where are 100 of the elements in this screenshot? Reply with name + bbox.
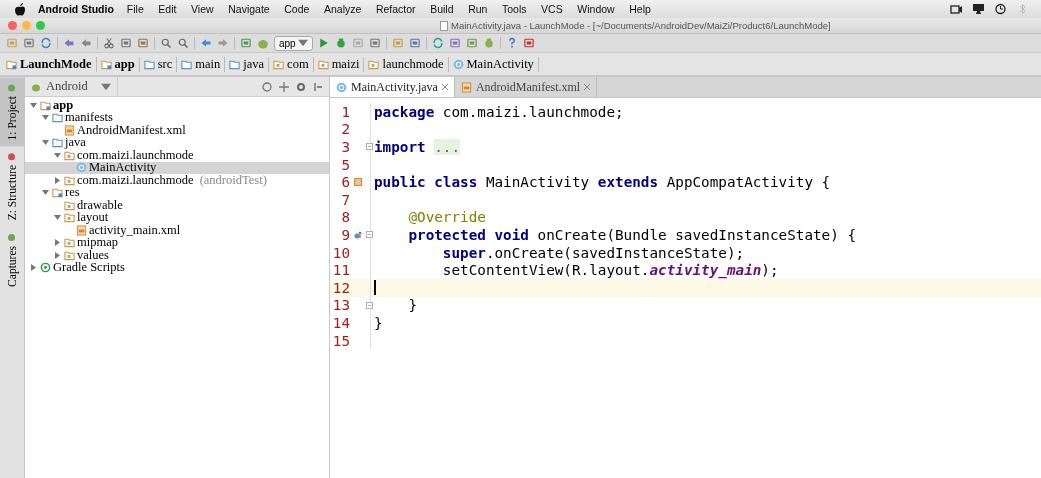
settings-icon[interactable] <box>296 81 306 92</box>
tree-item[interactable]: layout <box>25 211 329 224</box>
tree-item[interactable]: java <box>25 136 329 149</box>
tree-item[interactable]: values <box>25 249 329 262</box>
tool-window-tab[interactable]: Captures <box>0 226 24 293</box>
code-line: public class MainActivity extends AppCompatActivity { <box>373 174 831 191</box>
menu-item[interactable]: View <box>191 3 214 15</box>
menu-item[interactable]: Tools <box>502 3 527 15</box>
code-line: package com.maizi.launchmode; <box>373 103 624 120</box>
hide-panel-icon[interactable] <box>313 81 323 92</box>
package-icon <box>64 249 75 261</box>
tree-item[interactable]: com.maizi.launchmode (androidTest) <box>25 174 329 187</box>
sync-icon[interactable] <box>431 37 444 49</box>
breadcrumb[interactable]: com <box>287 56 309 72</box>
menu-item[interactable]: Navigate <box>228 3 270 15</box>
class-icon <box>336 81 347 93</box>
target-icon[interactable] <box>262 81 272 92</box>
breadcrumb[interactable]: java <box>243 56 265 72</box>
redo-icon[interactable] <box>80 37 92 49</box>
code-line: } <box>373 314 383 331</box>
run-icon[interactable] <box>317 37 330 49</box>
editor-tab[interactable]: AndroidManifest.xml <box>454 77 598 97</box>
breadcrumb[interactable]: src <box>157 56 173 72</box>
tree-item[interactable]: mipmap <box>25 236 329 249</box>
close-button[interactable] <box>8 21 17 30</box>
android-icon[interactable] <box>482 37 495 49</box>
tree-label: manifests <box>65 110 113 125</box>
menu-item[interactable]: Window <box>577 3 615 15</box>
tool-window-tab[interactable]: 1: Project <box>0 77 24 147</box>
package-icon <box>64 149 75 161</box>
menu-item[interactable]: Code <box>284 3 310 15</box>
file-icon <box>440 20 448 31</box>
breadcrumb[interactable]: app <box>114 56 135 72</box>
android-icon <box>257 37 269 49</box>
line-number: 9 <box>340 226 350 243</box>
fold-icon[interactable] <box>366 231 373 239</box>
bug-icon[interactable] <box>334 37 347 49</box>
package-icon <box>317 58 329 70</box>
tree-label: MainActivity <box>89 160 157 175</box>
line-number: 7 <box>340 191 350 208</box>
expand-down-icon[interactable] <box>41 188 50 198</box>
package-icon <box>368 58 380 70</box>
breadcrumb[interactable]: MainActivity <box>466 56 534 72</box>
expand-down-icon[interactable] <box>53 213 62 223</box>
clock-icon[interactable] <box>994 3 1007 15</box>
menu-item[interactable]: File <box>126 3 144 15</box>
breadcrumb[interactable]: launchmode <box>382 56 444 72</box>
search-icon[interactable] <box>160 37 172 49</box>
sync-icon[interactable] <box>40 37 52 49</box>
apple-logo-icon[interactable] <box>14 2 26 16</box>
tree-label: activity_main.xml <box>89 222 181 238</box>
menu-item[interactable]: VCS <box>541 3 563 15</box>
xml-file-icon <box>460 81 472 93</box>
collapse-icon[interactable] <box>279 81 289 92</box>
override-icon[interactable] <box>354 230 362 239</box>
breadcrumb[interactable]: maizi <box>331 56 360 72</box>
run-config-dropdown[interactable]: app <box>274 35 313 51</box>
tree-item[interactable]: AndroidManifest.xml <box>25 124 329 137</box>
tree-label: Gradle Scripts <box>53 260 125 276</box>
undo-icon[interactable] <box>63 37 75 49</box>
fold-icon[interactable] <box>366 301 373 309</box>
menu-item[interactable]: Run <box>468 3 488 15</box>
breadcrumb[interactable]: main <box>195 56 221 72</box>
tree-label: AndroidManifest.xml <box>77 122 186 138</box>
tree-item[interactable]: drawable <box>25 199 329 212</box>
close-icon[interactable] <box>441 84 448 90</box>
tree-item[interactable]: Gradle Scripts <box>25 261 329 274</box>
breadcrumb[interactable]: LaunchMode <box>20 56 92 72</box>
cut-icon[interactable] <box>103 37 115 49</box>
menu-item[interactable]: Edit <box>158 3 177 15</box>
forward-arrow-icon[interactable] <box>217 37 229 49</box>
class-icon <box>76 162 87 174</box>
menu-item[interactable]: Build <box>430 3 454 15</box>
app-menu[interactable]: Android Studio <box>38 3 114 15</box>
tree-item[interactable]: com.maizi.launchmode <box>25 149 329 162</box>
tree-item[interactable]: activity_main.xml <box>25 224 329 237</box>
implemented-icon[interactable] <box>354 178 362 187</box>
editor-tab[interactable]: MainActivity.java <box>330 77 455 97</box>
fold-icon[interactable] <box>366 143 373 151</box>
menu-item[interactable]: Help <box>629 3 651 15</box>
menu-item[interactable]: Analyze <box>323 3 362 15</box>
tree-item[interactable]: app <box>25 99 329 112</box>
line-number: 1 <box>340 103 350 120</box>
tree-suffix: (androidTest) <box>199 172 267 188</box>
expand-right-icon[interactable] <box>53 175 62 185</box>
tree-item[interactable]: res <box>25 186 329 199</box>
tree-label: res <box>65 185 80 200</box>
caret-icon <box>297 38 308 48</box>
tool-window-tab[interactable]: Z: Structure <box>0 146 24 227</box>
close-icon[interactable] <box>584 84 591 90</box>
tree-item[interactable]: manifests <box>25 111 329 124</box>
menu-item[interactable]: Refactor <box>375 3 416 15</box>
zoom-button[interactable] <box>36 21 45 30</box>
camera-icon[interactable] <box>950 3 963 15</box>
back-arrow-icon[interactable] <box>200 37 212 49</box>
code-line: super.onCreate(savedInstanceState); <box>441 244 745 261</box>
expand-right-icon[interactable] <box>29 263 38 273</box>
display-icon[interactable] <box>972 3 985 15</box>
tree-item[interactable]: MainActivity <box>25 161 329 174</box>
class-icon <box>452 58 464 70</box>
